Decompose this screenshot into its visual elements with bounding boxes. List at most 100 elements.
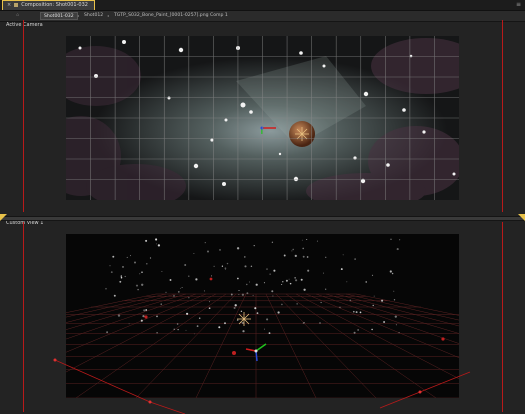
particle (395, 324, 397, 326)
red-markers (144, 277, 445, 355)
particle (255, 283, 258, 286)
particle (173, 328, 175, 330)
particle (119, 280, 122, 283)
composition-tab[interactable]: × Composition: Shot001-032 (2, 0, 95, 10)
particle (281, 303, 283, 306)
particle (301, 239, 303, 241)
particle (139, 273, 141, 275)
particle (319, 322, 321, 324)
particle (140, 319, 143, 322)
particle (204, 242, 206, 244)
particle (124, 275, 126, 278)
particle (269, 273, 271, 275)
particle (273, 269, 276, 272)
particle (149, 257, 152, 259)
particle (207, 250, 209, 253)
particle (155, 238, 158, 241)
particle (320, 301, 322, 304)
particle (353, 331, 356, 334)
particle (122, 266, 124, 268)
particle (372, 304, 374, 307)
particle (196, 325, 199, 327)
particle (186, 312, 189, 315)
particle (179, 287, 181, 289)
particle (303, 288, 306, 291)
particle (302, 255, 305, 258)
particle (292, 248, 294, 251)
particle (263, 328, 265, 330)
active-camera-viewport[interactable] (66, 36, 459, 200)
lock-icon[interactable]: ⌂ (16, 12, 19, 20)
particle (224, 269, 226, 270)
particle (226, 262, 229, 265)
particle (230, 293, 233, 296)
view-divider[interactable] (0, 216, 525, 221)
particle (263, 282, 265, 284)
active-camera-scene (66, 36, 459, 200)
particle (352, 310, 355, 313)
particle (242, 322, 244, 324)
particle (244, 265, 247, 268)
particle (120, 275, 122, 277)
particle (242, 330, 245, 333)
light-icon[interactable] (237, 312, 251, 326)
particle (306, 256, 309, 258)
particle-field (105, 238, 401, 335)
particle (181, 287, 183, 288)
particle (177, 291, 180, 293)
particle (399, 239, 401, 241)
light-icon[interactable] (295, 127, 309, 141)
floor-grid-extents (53, 358, 471, 414)
breadcrumb-separator-icon: ◂ (107, 13, 110, 18)
breadcrumb-item-bone-paint-comp[interactable]: TGTP_S032_Bone_Paint_[0001-0257].png Com… (111, 12, 231, 20)
particle (256, 312, 259, 314)
particle (381, 299, 384, 302)
particle (129, 255, 132, 257)
guide-line[interactable] (23, 20, 24, 212)
particle (281, 284, 283, 285)
particle (354, 258, 356, 260)
breadcrumb-item-shot001-032[interactable]: Shot001-032 (40, 12, 78, 20)
close-icon[interactable]: × (7, 2, 11, 8)
particle (241, 293, 245, 296)
particle (195, 278, 198, 281)
guide-line[interactable] (502, 20, 503, 212)
particle (209, 301, 210, 303)
particle (221, 265, 224, 267)
particle (250, 265, 253, 268)
particle (394, 315, 397, 318)
particle (203, 290, 205, 292)
particle (294, 277, 296, 279)
particle (240, 310, 243, 312)
divider-corner-icon (0, 214, 7, 221)
particle (184, 264, 187, 266)
particle (233, 306, 236, 310)
particle (271, 241, 274, 243)
particle (307, 269, 310, 272)
particle (316, 240, 318, 242)
particle (218, 326, 221, 329)
particle (291, 250, 293, 252)
panel-menu-icon[interactable]: ≡ (516, 1, 521, 9)
particle (371, 274, 374, 276)
breadcrumb-item-shot012[interactable]: Shot012 (81, 12, 106, 20)
particle (219, 249, 221, 251)
particle (117, 314, 121, 317)
particle (340, 268, 343, 271)
particle (398, 331, 400, 334)
particle (396, 248, 399, 251)
particle (110, 271, 113, 273)
particle (254, 307, 257, 310)
particle (137, 288, 139, 291)
particle (365, 281, 367, 283)
particle (272, 295, 274, 297)
particle (224, 322, 226, 325)
particle (143, 309, 146, 312)
particle (282, 281, 284, 283)
particle (268, 332, 271, 335)
particle (283, 254, 286, 257)
particle (253, 244, 255, 247)
particle (246, 283, 248, 286)
particle (349, 299, 352, 302)
particle (355, 311, 358, 314)
